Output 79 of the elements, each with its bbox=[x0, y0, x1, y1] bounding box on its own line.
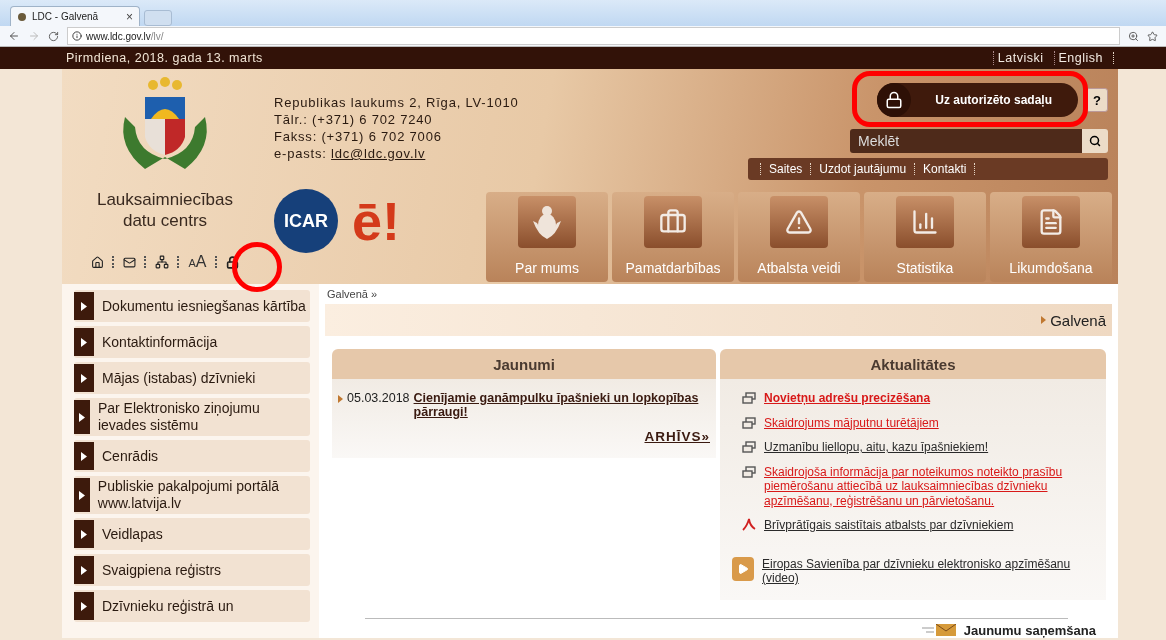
arrow-icon bbox=[81, 565, 87, 575]
language-link[interactable]: English bbox=[1053, 51, 1107, 65]
phone-text: Tālr.: (+371) 6 702 7240 bbox=[274, 111, 434, 128]
search-button[interactable] bbox=[1082, 129, 1108, 153]
sitemap-icon[interactable] bbox=[155, 255, 170, 269]
home-icon[interactable] bbox=[91, 255, 105, 269]
subscribe-link[interactable]: Jaunumu saņemšana bbox=[325, 622, 1112, 638]
page-title: Galvenā bbox=[1050, 311, 1106, 329]
tab-title: LDC - Galvenā bbox=[32, 11, 100, 22]
organization-name: Lauksaimniecības datu centrs bbox=[96, 189, 234, 231]
language-link[interactable]: Latviski bbox=[992, 51, 1048, 65]
sidebar-item[interactable]: Par Elektronisko ziņojumu ievades sistēmu bbox=[74, 398, 310, 436]
briefcase-icon bbox=[659, 208, 687, 236]
archive-link[interactable]: ARHĪVS» bbox=[644, 429, 710, 444]
back-icon[interactable] bbox=[8, 30, 20, 42]
arrow-icon bbox=[78, 412, 85, 422]
arrow-icon bbox=[81, 451, 87, 461]
email-link[interactable]: ldc@ldc.gov.lv bbox=[331, 146, 426, 161]
new-window-icon bbox=[742, 392, 756, 404]
icar-logo[interactable]: ICAR bbox=[274, 189, 338, 253]
info-icon[interactable] bbox=[72, 31, 82, 41]
arrow-icon bbox=[81, 373, 87, 383]
news-link[interactable]: Skaidrojums mājputnu turētājiem bbox=[764, 415, 939, 430]
sidebar-item[interactable]: Mājas (istabas) dzīvnieki bbox=[74, 362, 310, 394]
site-favicon bbox=[17, 11, 27, 22]
sidebar-item[interactable]: Dokumentu iesniegšanas kārtība bbox=[74, 290, 310, 322]
arrow-icon bbox=[81, 601, 87, 611]
news-link[interactable]: Skaidrojoša informācija par noteikumos noteikto prasību piemērošanu attiecībā uz lauksaimniecības dzīvnieku apzīmēšanu, reģistrēšanu un pārvietošanu. bbox=[764, 464, 1100, 508]
triangle-icon bbox=[1041, 316, 1047, 324]
news-link[interactable]: Cienījamie ganāmpulku īpašnieki un lopkopības pārraugi! bbox=[413, 391, 710, 419]
sidebar-item[interactable]: Publiskie pakalpojumi portālā www.latvija.lv bbox=[74, 476, 310, 514]
envelope-icon bbox=[921, 624, 957, 636]
quick-link[interactable]: Saites bbox=[769, 162, 803, 176]
zoom-icon[interactable] bbox=[1128, 30, 1139, 42]
browser-tab[interactable]: LDC - Galvenā × bbox=[10, 6, 140, 26]
email-line: e-pasts: ldc@ldc.gov.lv bbox=[274, 145, 427, 162]
breadcrumb[interactable]: Galvenā » bbox=[325, 284, 1112, 304]
reload-icon[interactable] bbox=[48, 30, 59, 42]
new-window-icon bbox=[742, 465, 756, 478]
authorized-section-button[interactable]: Uz autorizēto sadaļu bbox=[877, 83, 1078, 117]
arrow-icon bbox=[81, 301, 87, 311]
pdf-icon bbox=[742, 518, 756, 531]
sidebar-item[interactable]: Veidlapas bbox=[74, 518, 310, 550]
quick-link[interactable]: Kontakti bbox=[923, 162, 967, 176]
fax-text: Fakss: (+371) 6 702 7006 bbox=[274, 128, 443, 145]
panel-header: Aktualitātes bbox=[720, 349, 1106, 379]
new-window-icon bbox=[742, 416, 756, 429]
search-field[interactable]: Meklēt bbox=[850, 129, 1082, 153]
panel-header: Jaunumi bbox=[332, 349, 716, 379]
bookmark-star-icon[interactable] bbox=[1147, 30, 1158, 42]
news-date: 05.03.2018 bbox=[347, 391, 410, 407]
address-bar[interactable]: www.ldc.gov.lv/lv/ bbox=[67, 27, 1120, 45]
news-link[interactable]: Brīvprātīgais saistītais atbalsts par dzīvniekiem bbox=[764, 518, 1014, 533]
search-icon bbox=[1089, 135, 1101, 147]
warning-icon bbox=[785, 208, 813, 236]
arrow-icon bbox=[81, 337, 87, 347]
sidebar-item[interactable]: Dzīvnieku reģistrā un bbox=[74, 590, 310, 622]
news-link[interactable]: Eiropas Savienība par dzīvnieku elektronisko apzīmēšanu (video) bbox=[762, 556, 1100, 586]
bar-chart-icon bbox=[911, 208, 939, 236]
new-window-icon bbox=[742, 441, 756, 453]
font-size-toggle[interactable]: AA bbox=[188, 253, 207, 271]
url-text: www.ldc.gov.lv/lv/ bbox=[86, 30, 164, 42]
arrow-icon bbox=[78, 490, 85, 500]
sidebar-item[interactable]: Kontaktinformācija bbox=[74, 326, 310, 358]
mail-icon[interactable] bbox=[123, 255, 137, 269]
sidebar-item[interactable]: Cenrādis bbox=[74, 440, 310, 472]
triangle-icon bbox=[338, 395, 343, 403]
arrow-icon bbox=[81, 529, 87, 539]
tab-close-button[interactable]: × bbox=[126, 9, 133, 24]
current-date: Pirmdiena, 2018. gada 13. marts bbox=[66, 51, 263, 65]
address-text: Republikas laukums 2, Rīga, LV-1010 bbox=[274, 94, 519, 111]
emblem-icon bbox=[530, 203, 564, 241]
play-icon bbox=[732, 556, 754, 581]
sidebar-item[interactable]: Svaigpiena reģistrs bbox=[74, 554, 310, 586]
help-button[interactable]: ? bbox=[1086, 88, 1108, 112]
news-link[interactable]: Novietņu adrešu precizēšana bbox=[764, 391, 931, 406]
news-link[interactable]: Uzmanību liellopu, aitu, kazu īpašniekiem! bbox=[764, 440, 989, 455]
lock-icon bbox=[885, 91, 904, 109]
quick-link[interactable]: Uzdot jautājumu bbox=[819, 162, 907, 176]
